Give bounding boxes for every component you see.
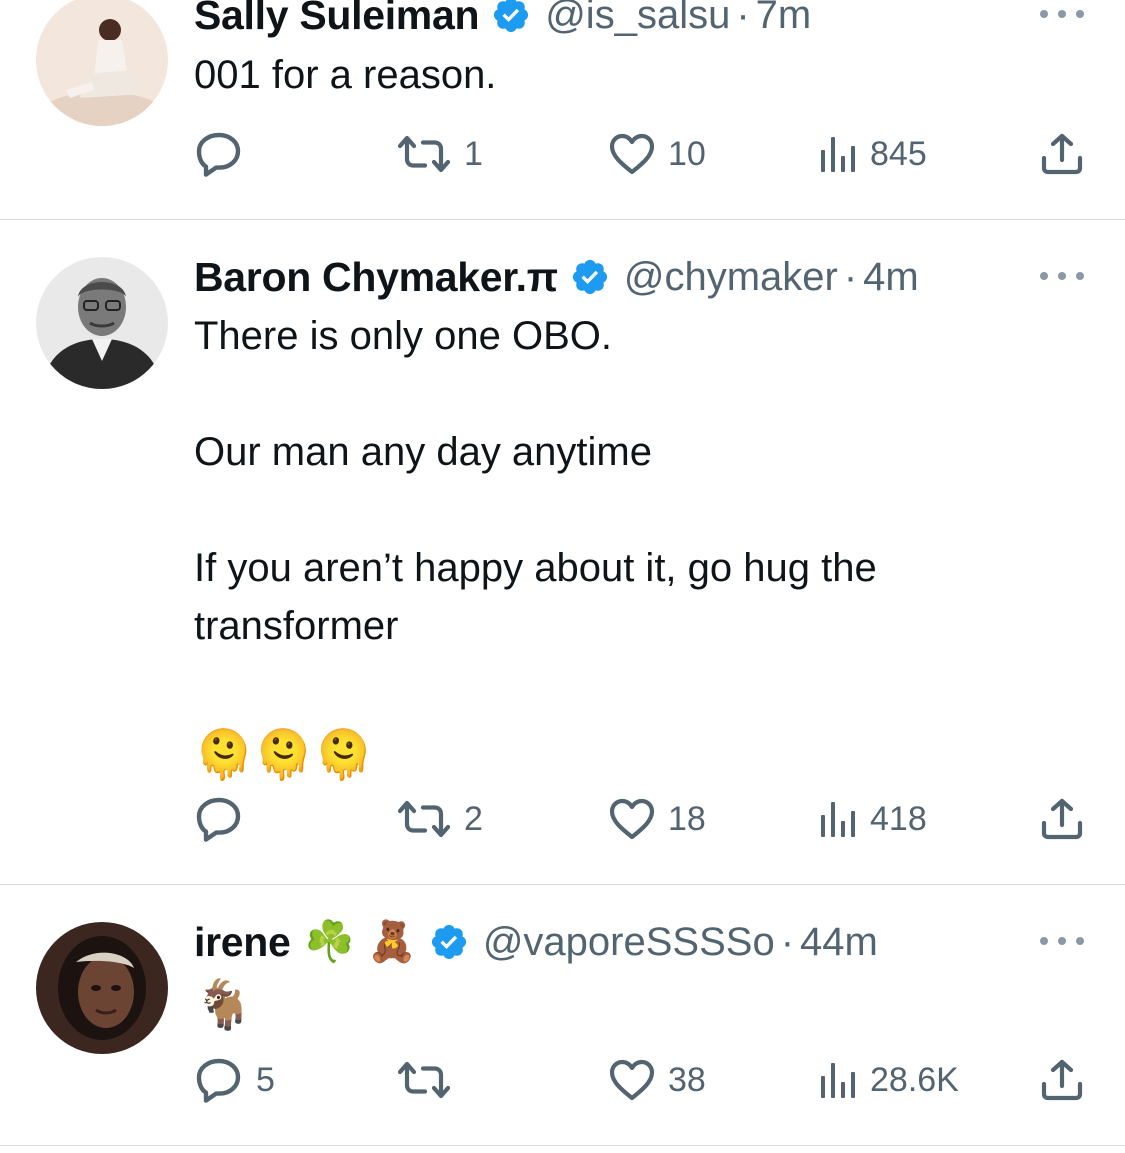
views-button[interactable]: 845 xyxy=(818,129,927,179)
username[interactable]: @is_salsu xyxy=(545,0,730,38)
separator-dot: · xyxy=(780,919,795,964)
display-name-emoji: ☘️ 🧸 xyxy=(304,919,417,965)
retweet-icon xyxy=(396,134,452,174)
retweet-button[interactable]: 1 xyxy=(396,129,483,179)
tweet-text-line: If you aren’t happy about it, go hug the… xyxy=(194,546,877,648)
view-count: 418 xyxy=(870,799,927,838)
tweet[interactable]: irene ☘️ 🧸 @vaporeSSSSo · 44m 🐐 5 38 28.… xyxy=(0,885,1125,1145)
display-name[interactable]: Baron Chymaker.π xyxy=(194,254,558,301)
views-button[interactable]: 28.6K xyxy=(818,1055,959,1105)
reply-button[interactable] xyxy=(194,794,256,844)
views-icon xyxy=(818,1060,858,1100)
tweet-divider xyxy=(0,1145,1125,1146)
username[interactable]: @vaporeSSSSo xyxy=(483,920,775,965)
share-icon xyxy=(1040,132,1084,176)
tweet-header: Sally Suleiman @is_salsu · 7m xyxy=(194,0,811,40)
retweet-count: 2 xyxy=(464,799,483,838)
avatar[interactable] xyxy=(36,257,168,389)
tweet-header: irene ☘️ 🧸 @vaporeSSSSo · 44m xyxy=(194,917,878,967)
reply-icon xyxy=(194,1055,244,1105)
retweet-count: 1 xyxy=(464,134,483,173)
more-options-icon[interactable] xyxy=(1040,270,1084,282)
more-options-icon[interactable] xyxy=(1040,935,1084,947)
tweet-actions: 5 38 28.6K xyxy=(194,1055,1094,1105)
views-icon xyxy=(818,799,858,839)
share-button[interactable] xyxy=(1040,129,1084,179)
tweet[interactable]: Baron Chymaker.π @chymaker · 4m There is… xyxy=(0,220,1125,884)
view-count: 28.6K xyxy=(870,1060,959,1099)
like-count: 18 xyxy=(668,799,706,838)
verified-badge-icon xyxy=(429,922,469,962)
display-name[interactable]: Sally Suleiman xyxy=(194,0,480,39)
retweet-icon xyxy=(396,799,452,839)
heart-icon xyxy=(608,132,656,176)
reply-icon xyxy=(194,129,244,179)
verified-badge-icon xyxy=(570,257,610,297)
retweet-button[interactable] xyxy=(396,1055,464,1105)
retweet-button[interactable]: 2 xyxy=(396,794,483,844)
separator-dot: · xyxy=(736,0,750,37)
views-icon xyxy=(818,134,858,174)
tweet-emojis: 🫠🫠🫠 xyxy=(194,727,374,783)
share-button[interactable] xyxy=(1040,794,1084,844)
tweet[interactable]: Sally Suleiman @is_salsu · 7m 001 for a … xyxy=(0,0,1125,219)
heart-icon xyxy=(608,797,656,841)
tweet-text-line: Our man any day anytime xyxy=(194,430,652,474)
like-button[interactable]: 38 xyxy=(608,1055,706,1105)
timestamp[interactable]: 4m xyxy=(863,255,919,300)
timestamp[interactable]: 7m xyxy=(756,0,812,38)
heart-icon xyxy=(608,1058,656,1102)
tweet-text: 001 for a reason. xyxy=(194,46,1074,104)
like-count: 38 xyxy=(668,1060,706,1099)
like-button[interactable]: 18 xyxy=(608,794,706,844)
views-button[interactable]: 418 xyxy=(818,794,927,844)
share-icon xyxy=(1040,1058,1084,1102)
verified-badge-icon xyxy=(491,0,531,35)
display-name[interactable]: irene xyxy=(194,919,291,966)
tweet-text-line: 001 for a reason. xyxy=(194,53,497,97)
reply-button[interactable]: 5 xyxy=(194,1055,275,1105)
view-count: 845 xyxy=(870,134,927,173)
reply-icon xyxy=(194,794,244,844)
timestamp[interactable]: 44m xyxy=(800,920,878,965)
avatar[interactable] xyxy=(36,922,168,1054)
reply-count: 5 xyxy=(256,1060,275,1099)
tweet-emojis: 🐐 xyxy=(194,977,254,1033)
more-options-icon[interactable] xyxy=(1040,8,1084,20)
reply-button[interactable] xyxy=(194,129,256,179)
like-count: 10 xyxy=(668,134,706,173)
username[interactable]: @chymaker xyxy=(624,255,838,300)
tweet-text-line: There is only one OBO. xyxy=(194,314,612,358)
retweet-icon xyxy=(396,1060,452,1100)
tweet-text: There is only one OBO. Our man any day a… xyxy=(194,307,1074,785)
tweet-header: Baron Chymaker.π @chymaker · 4m xyxy=(194,252,919,302)
avatar[interactable] xyxy=(36,0,168,126)
tweet-text: 🐐 xyxy=(194,975,1074,1035)
share-icon xyxy=(1040,797,1084,841)
separator-dot: · xyxy=(843,254,858,299)
like-button[interactable]: 10 xyxy=(608,129,706,179)
tweet-actions: 1 10 845 xyxy=(194,129,1094,179)
tweet-actions: 2 18 418 xyxy=(194,794,1094,844)
share-button[interactable] xyxy=(1040,1055,1084,1105)
